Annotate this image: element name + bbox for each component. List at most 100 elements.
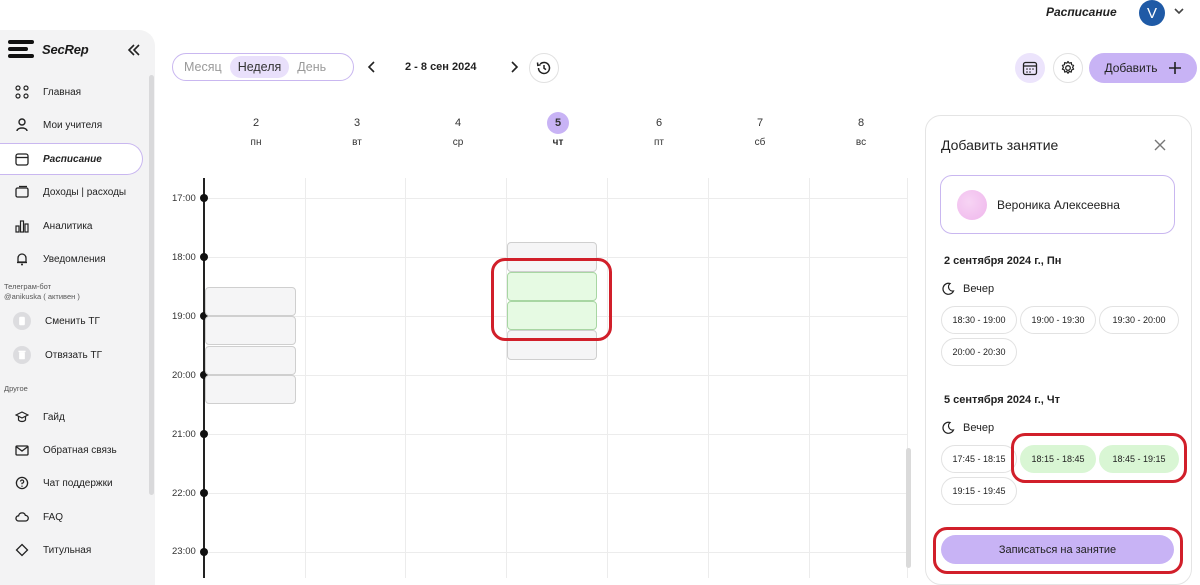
- page-title: Расписание: [1046, 5, 1117, 19]
- calendar-slot[interactable]: [205, 316, 296, 345]
- day-name: пн: [250, 137, 262, 148]
- grid-line: [205, 493, 908, 494]
- date-range: 2 - 8 сен 2024: [405, 61, 477, 73]
- grid-line: [708, 178, 709, 578]
- moon-icon: [942, 282, 955, 295]
- sidebar-item-change-tg[interactable]: Сменить ТГ: [0, 305, 143, 337]
- time-label: 21:00: [172, 429, 196, 440]
- day-name: вс: [855, 137, 867, 148]
- chevron-down-icon[interactable]: [1172, 4, 1186, 18]
- timeline-dot: [200, 253, 208, 261]
- calendar-slot[interactable]: [205, 287, 296, 316]
- time-slot-button[interactable]: 19:00 - 19:30: [1020, 306, 1096, 334]
- sidebar-item-label: Доходы | расходы: [43, 186, 127, 198]
- sidebar-item-notifications[interactable]: Уведомления: [0, 243, 143, 275]
- day-header-wed[interactable]: 4 ср: [428, 112, 488, 148]
- day-number: 4: [454, 117, 462, 129]
- calendar-button[interactable]: [1015, 53, 1045, 83]
- sidebar-item-title-page[interactable]: Титульная: [0, 534, 143, 566]
- timeline-dot: [200, 194, 208, 202]
- brand-logo[interactable]: SecRep: [8, 40, 89, 58]
- sidebar-item-analytics[interactable]: Аналитика: [0, 210, 143, 242]
- time-label: 18:00: [172, 252, 196, 263]
- slot-group-date: 5 сентября 2024 г., Чт: [944, 394, 1060, 406]
- trash-icon: [13, 346, 31, 364]
- sidebar-item-support-chat[interactable]: Чат поддержки: [0, 467, 143, 499]
- grid-line: [205, 434, 908, 435]
- day-name: ср: [452, 137, 464, 148]
- day-name: чт: [552, 137, 564, 148]
- time-slot-button[interactable]: 20:00 - 20:30: [941, 338, 1017, 366]
- day-number: 8: [857, 117, 865, 129]
- collapse-sidebar-icon[interactable]: [126, 42, 142, 58]
- sidebar-item-guide[interactable]: Гайд: [0, 401, 143, 433]
- highlight-ring: [933, 527, 1183, 574]
- day-header-sat[interactable]: 7 сб: [730, 112, 790, 148]
- wallet-icon: [15, 185, 29, 198]
- view-month-tab[interactable]: Месяц: [176, 56, 230, 78]
- timeline-dot: [200, 489, 208, 497]
- close-icon[interactable]: [1153, 138, 1167, 152]
- sidebar-item-schedule[interactable]: Расписание: [0, 143, 143, 175]
- chart-icon: [15, 220, 29, 233]
- telegram-section-label: Телеграм-бот: [4, 282, 52, 291]
- sidebar-item-faq[interactable]: FAQ: [0, 501, 143, 533]
- time-slot-button[interactable]: 17:45 - 18:15: [941, 445, 1017, 473]
- view-switcher: Месяц Неделя День: [172, 53, 354, 81]
- sidebar-item-label: Аналитика: [43, 220, 93, 232]
- time-label: 20:00: [172, 370, 196, 381]
- time-label: 23:00: [172, 546, 196, 557]
- sidebar-item-label: Сменить ТГ: [45, 315, 100, 327]
- period-label: Вечер: [941, 421, 994, 435]
- history-button[interactable]: [529, 53, 559, 83]
- day-header-mon[interactable]: 2 пн: [226, 112, 286, 148]
- calendar-icon: [15, 153, 29, 166]
- panel-title: Добавить занятие: [941, 137, 1059, 153]
- time-slot-button[interactable]: 19:15 - 19:45: [941, 477, 1017, 505]
- day-number: 3: [353, 117, 361, 129]
- calendar-slot[interactable]: [205, 375, 296, 404]
- sidebar-item-label: Обратная связь: [43, 444, 117, 456]
- next-week-icon[interactable]: [508, 60, 520, 74]
- sidebar-scrollbar[interactable]: [149, 75, 154, 495]
- day-header-fri[interactable]: 6 пт: [629, 112, 689, 148]
- period-label: Вечер: [941, 282, 994, 296]
- day-header-sun[interactable]: 8 вс: [831, 112, 891, 148]
- telegram-status: @anikuska ( активен ): [4, 292, 80, 301]
- sidebar-item-label: Гайд: [43, 411, 65, 423]
- history-icon: [536, 61, 551, 75]
- time-slot-button[interactable]: 18:30 - 19:00: [941, 306, 1017, 334]
- day-name: сб: [754, 137, 766, 148]
- day-name: вт: [352, 137, 362, 148]
- mail-icon: [15, 445, 29, 456]
- grid-scrollbar[interactable]: [906, 448, 911, 568]
- day-number-today: 5: [547, 112, 569, 134]
- day-header-tue[interactable]: 3 вт: [327, 112, 387, 148]
- user-avatar[interactable]: V: [1139, 0, 1165, 26]
- day-header-thu[interactable]: 5 чт: [528, 112, 588, 148]
- view-week-tab[interactable]: Неделя: [229, 56, 290, 78]
- add-button-label: Добавить: [1104, 61, 1158, 75]
- brand-name: SecRep: [42, 41, 89, 57]
- sidebar-item-teachers[interactable]: Мои учителя: [0, 109, 143, 141]
- chat-question-icon: [15, 476, 29, 490]
- swap-icon: [13, 312, 31, 330]
- sidebar-item-label: FAQ: [43, 511, 64, 523]
- sidebar-item-home[interactable]: Главная: [0, 76, 143, 108]
- plus-icon: [1168, 62, 1181, 74]
- week-grid[interactable]: [205, 178, 910, 578]
- sidebar-item-feedback[interactable]: Обратная связь: [0, 434, 143, 466]
- student-card[interactable]: Вероника Алексеевна: [940, 175, 1175, 234]
- sidebar-item-unlink-tg[interactable]: Отвязать ТГ: [0, 339, 143, 371]
- time-slot-button[interactable]: 19:30 - 20:00: [1099, 306, 1179, 334]
- add-button[interactable]: Добавить: [1089, 53, 1197, 83]
- settings-button[interactable]: [1053, 53, 1083, 83]
- grid-line: [205, 198, 908, 199]
- day-number: 6: [655, 117, 663, 129]
- prev-week-icon[interactable]: [366, 60, 378, 74]
- student-avatar: [957, 189, 987, 220]
- calendar-slot[interactable]: [205, 346, 296, 375]
- view-day-tab[interactable]: День: [289, 56, 334, 78]
- calendar-icon: [1022, 61, 1038, 76]
- sidebar-item-finance[interactable]: Доходы | расходы: [0, 176, 143, 208]
